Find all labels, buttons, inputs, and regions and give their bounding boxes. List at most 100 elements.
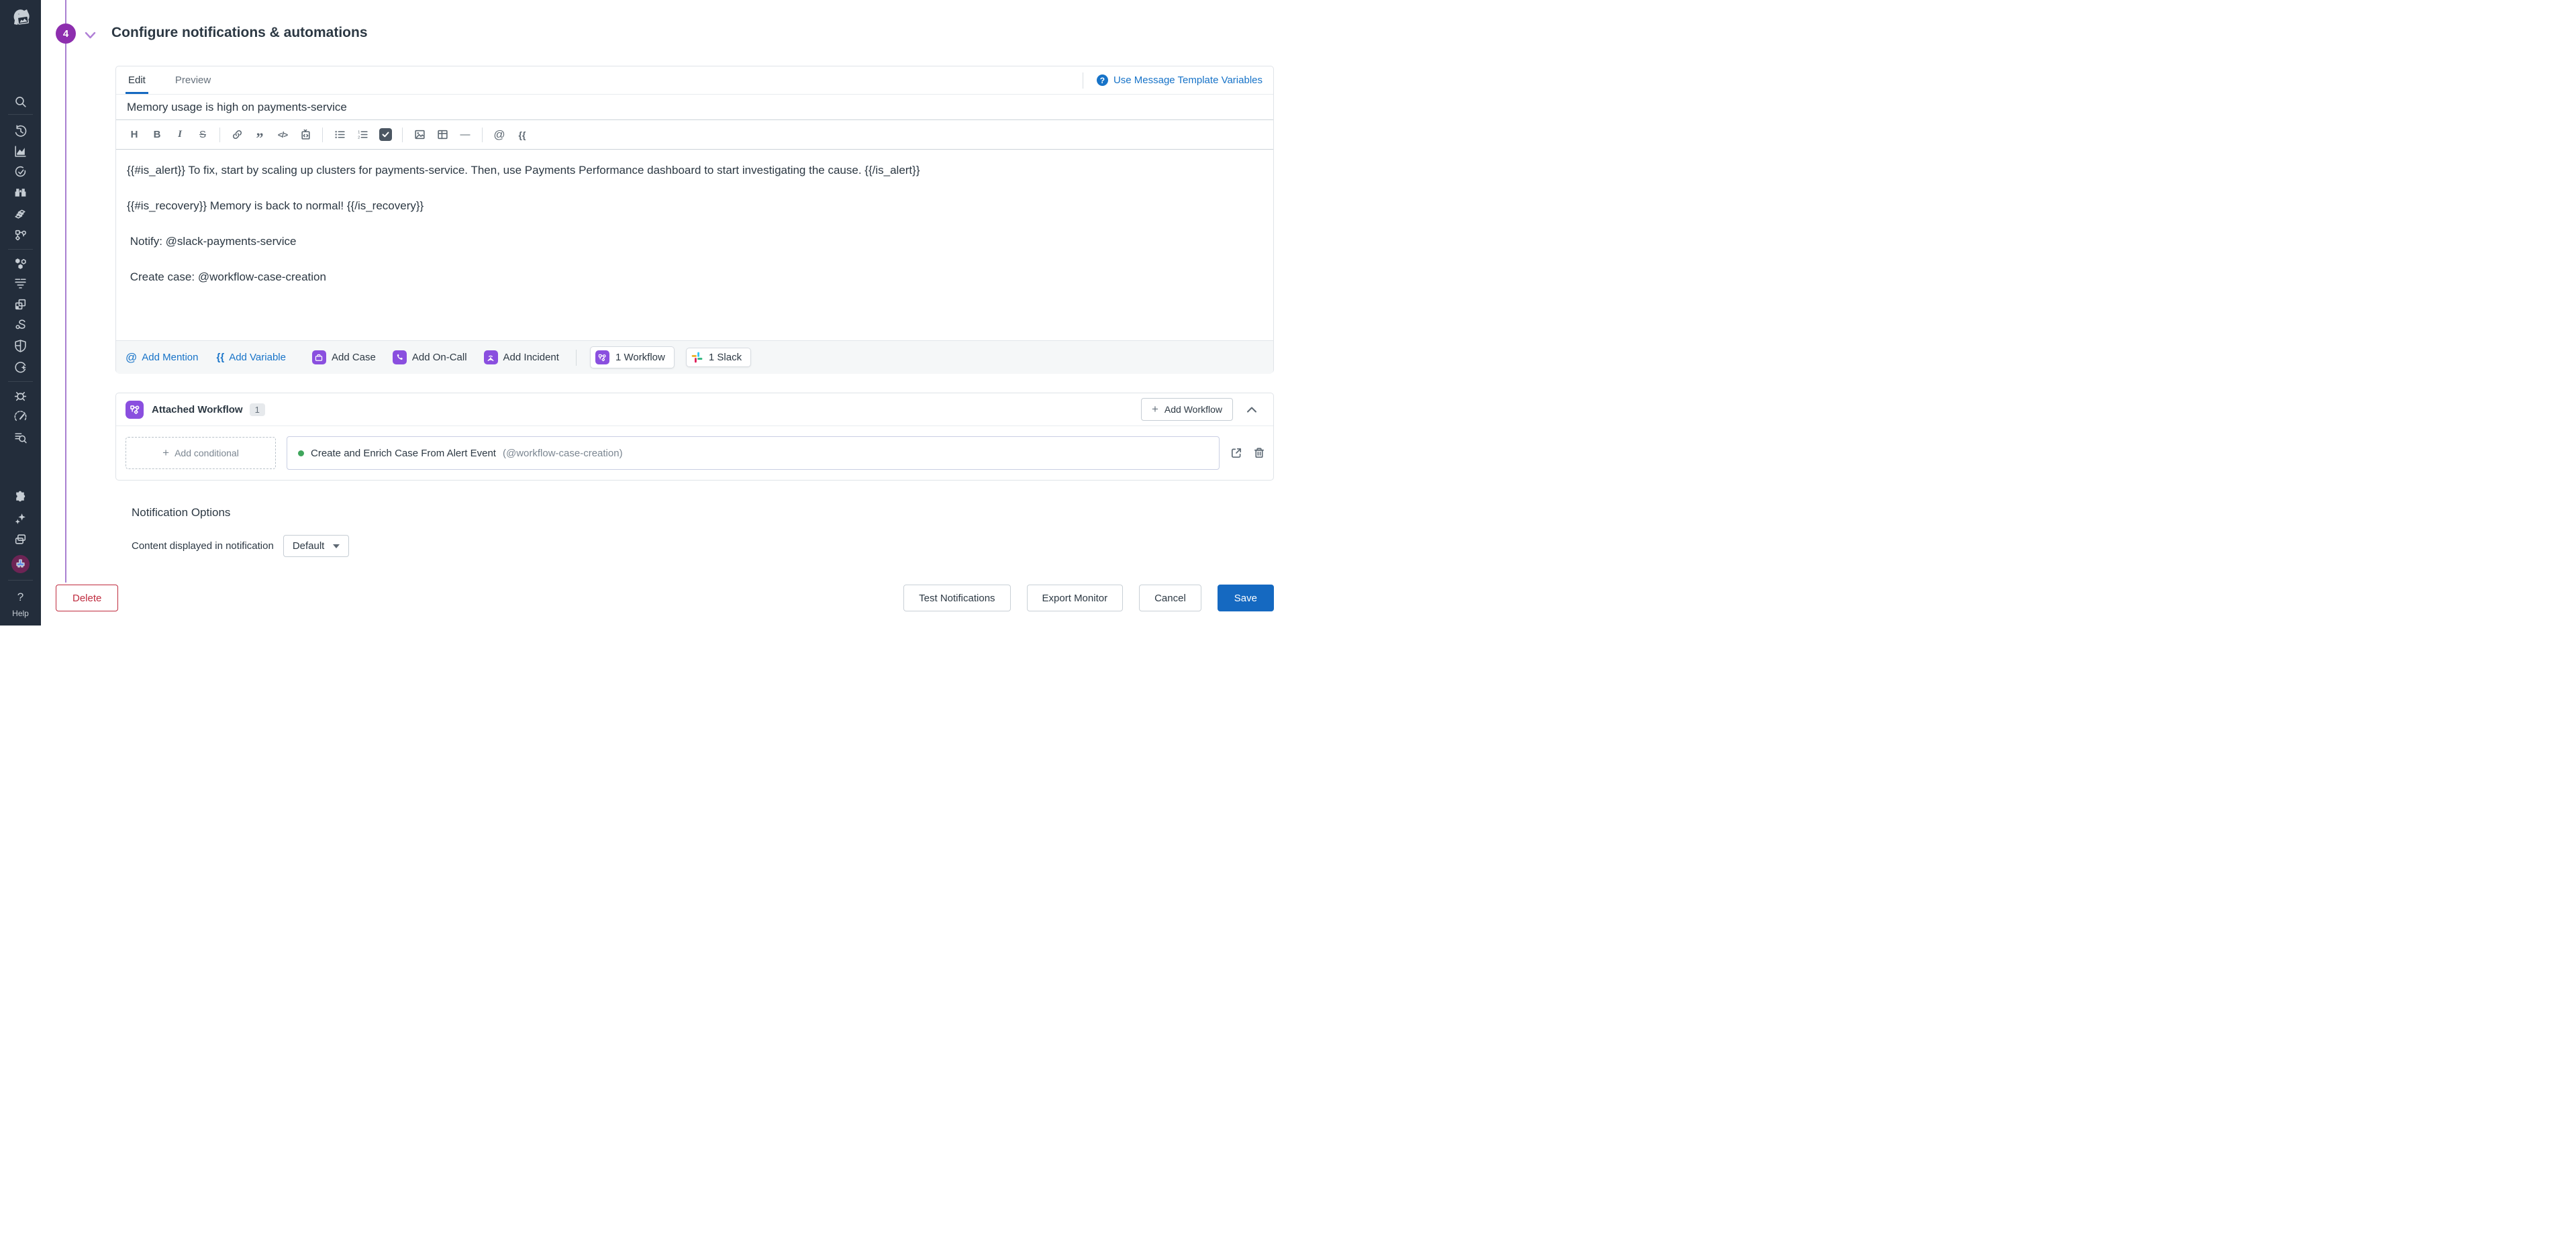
task-list-button[interactable] (376, 126, 395, 144)
caret-down-icon (333, 544, 340, 548)
ai-assistant-icon[interactable] (9, 509, 33, 528)
cross-org-icon[interactable] (9, 530, 33, 548)
on-call-icon (392, 350, 407, 364)
save-button[interactable]: Save (1217, 585, 1274, 611)
variable-button[interactable]: {{ (513, 126, 532, 144)
workflow-handle: (@workflow-case-creation) (502, 447, 623, 459)
step-number-badge: 4 (56, 23, 76, 44)
add-on-call-button[interactable]: Add On-Call (392, 350, 467, 364)
step-collapse-chevron-icon[interactable] (85, 30, 96, 42)
add-case-button[interactable]: Add Case (311, 350, 376, 364)
workflow-count-badge: 1 (249, 403, 265, 416)
notification-options-heading: Notification Options (132, 506, 231, 519)
export-monitor-button[interactable]: Export Monitor (1026, 585, 1124, 611)
slack-count-chip[interactable]: 1 Slack (685, 348, 752, 367)
watchdog-icon[interactable] (9, 183, 33, 201)
history-icon[interactable] (9, 121, 33, 140)
attached-workflow-item[interactable]: Create and Enrich Case From Alert Event … (287, 436, 1220, 470)
tab-preview[interactable]: Preview (174, 66, 212, 94)
mention-button[interactable]: @ (490, 126, 509, 144)
delete-button[interactable]: Delete (56, 585, 119, 611)
blockquote-button[interactable]: ” (250, 126, 269, 145)
software-catalog-icon[interactable] (9, 295, 33, 313)
inline-code-button[interactable]: </> (273, 126, 292, 144)
attached-workflow-body: + Add conditional Create and Enrich Case… (116, 426, 1273, 480)
add-mention-link[interactable]: @ Add Mention (126, 351, 199, 364)
link-button[interactable] (228, 126, 246, 144)
metrics-icon[interactable] (9, 142, 33, 160)
sidebar: ? Help (0, 0, 41, 626)
workflow-count-chip[interactable]: 1 Workflow (589, 346, 675, 368)
message-line: {{#is_recovery}} Memory is back to norma… (127, 199, 424, 212)
workflows-icon[interactable] (9, 226, 33, 244)
editor-tabs-row: Edit Preview ? Use Message Template Vari… (116, 66, 1273, 95)
logs-icon[interactable] (9, 273, 33, 292)
add-variable-link[interactable]: {{ Add Variable (217, 352, 286, 363)
message-line: Create case: @workflow-case-creation (127, 270, 326, 283)
performance-icon[interactable] (9, 407, 33, 426)
use-template-variables-link[interactable]: ? Use Message Template Variables (1096, 66, 1262, 94)
content-displayed-value: Default (292, 540, 325, 552)
step-progress-line (65, 0, 66, 583)
toolbar-divider (482, 127, 483, 142)
incident-icon (483, 350, 498, 364)
message-line: {{#is_alert}} To fix, start by scaling u… (127, 164, 920, 177)
search-icon[interactable] (9, 93, 33, 111)
insert-table-button[interactable] (433, 126, 452, 144)
add-workflow-button[interactable]: + Add Workflow (1140, 398, 1233, 421)
message-editor-card: Edit Preview ? Use Message Template Vari… (115, 66, 1274, 374)
slack-chip-label: 1 Slack (708, 352, 742, 363)
ci-pipelines-icon[interactable] (9, 315, 33, 334)
insert-image-button[interactable] (410, 126, 429, 144)
add-case-label: Add Case (331, 352, 376, 363)
add-incident-button[interactable]: Add Incident (483, 350, 559, 364)
help-circle-icon: ? (1096, 74, 1108, 86)
workflow-chip-label: 1 Workflow (615, 352, 665, 363)
template-variables-label: Use Message Template Variables (1113, 74, 1262, 86)
log-management-icon[interactable] (9, 428, 33, 446)
message-body-editor[interactable]: {{#is_alert}} To fix, start by scaling u… (116, 150, 1273, 340)
error-tracking-icon[interactable] (9, 386, 33, 405)
security-icon[interactable] (9, 336, 33, 355)
sidebar-divider (8, 249, 33, 250)
bold-button[interactable]: B (148, 126, 166, 144)
strikethrough-button[interactable]: S (193, 126, 212, 144)
cancel-button[interactable]: Cancel (1139, 585, 1201, 611)
llm-observability-icon[interactable] (9, 358, 33, 377)
variable-icon: {{ (216, 352, 225, 363)
add-conditional-button[interactable]: + Add conditional (126, 437, 276, 469)
notification-content-row: Content displayed in notification Defaul… (132, 535, 350, 557)
add-workflow-label: Add Workflow (1164, 404, 1222, 415)
marketplace-icon[interactable] (9, 487, 33, 506)
svg-text:2: 2 (358, 136, 360, 140)
horizontal-rule-button[interactable]: — (456, 126, 475, 144)
plus-icon: + (1151, 403, 1158, 415)
italic-button[interactable]: I (170, 126, 189, 144)
numbered-list-button[interactable]: 12 (353, 126, 372, 144)
monitors-icon[interactable] (9, 162, 33, 181)
sidebar-divider (8, 580, 33, 581)
add-incident-label: Add Incident (503, 352, 559, 363)
case-icon (311, 350, 326, 364)
content-displayed-label: Content displayed in notification (132, 540, 274, 552)
notification-title-input[interactable]: Memory usage is high on payments-service (116, 95, 1273, 120)
editor-toolbar: H B I S ” </> 12 — @ {{ (116, 120, 1273, 150)
test-notifications-button[interactable]: Test Notifications (903, 585, 1011, 611)
heading-button[interactable]: H (125, 126, 144, 144)
infrastructure-icon[interactable] (9, 254, 33, 272)
delete-workflow-trash-icon[interactable] (1253, 447, 1265, 459)
user-avatar[interactable] (9, 554, 33, 573)
mention-icon: @ (126, 350, 138, 364)
content-displayed-dropdown[interactable]: Default (283, 535, 350, 557)
actions-bar: Test Notifications Export Monitor Cancel… (903, 585, 1274, 611)
tab-edit[interactable]: Edit (126, 66, 148, 94)
code-block-button[interactable] (296, 126, 315, 144)
collapse-section-chevron-icon[interactable] (1246, 407, 1257, 413)
open-workflow-external-link-icon[interactable] (1230, 447, 1242, 459)
help-icon[interactable]: ? (9, 588, 33, 607)
datadog-logo-icon[interactable] (9, 5, 33, 32)
bullet-list-button[interactable] (330, 126, 349, 144)
integrations-icon[interactable] (9, 203, 33, 222)
message-line: Notify: @slack-payments-service (127, 235, 297, 248)
add-mention-label: Add Mention (142, 352, 199, 363)
